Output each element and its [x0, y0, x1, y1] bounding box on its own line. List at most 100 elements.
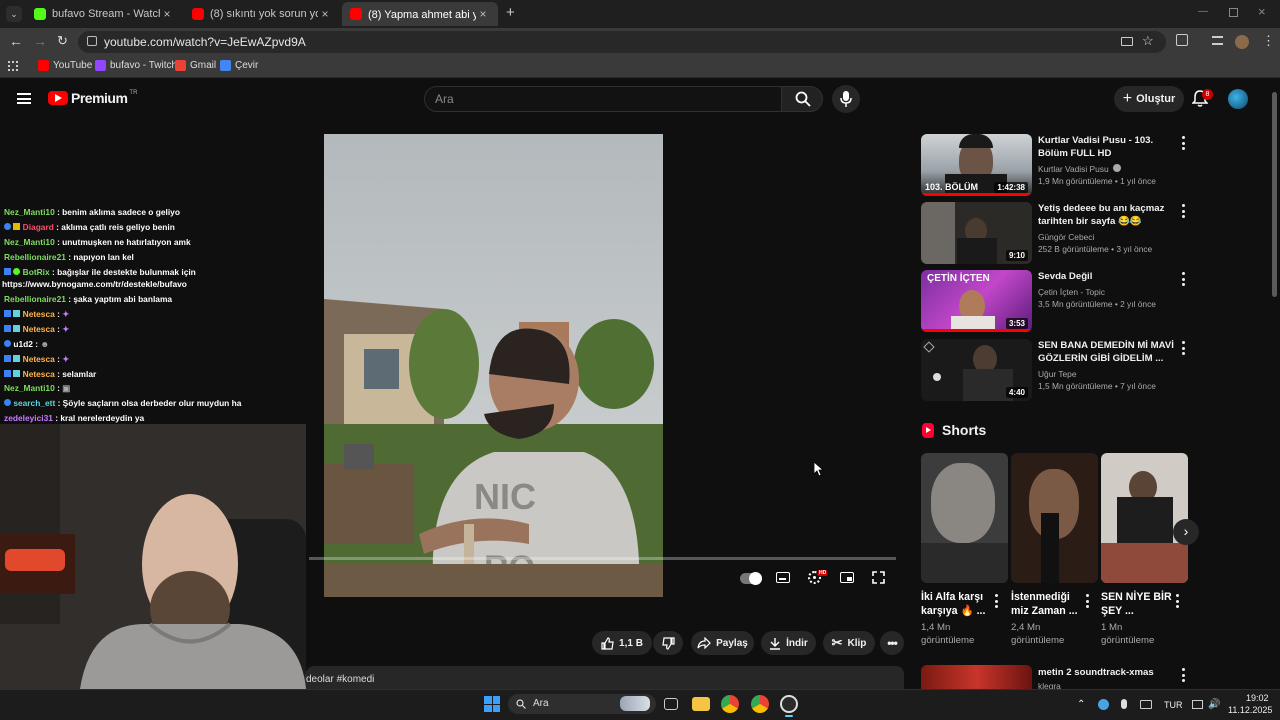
- bookmark-label: Gmail: [190, 60, 217, 71]
- new-tab-icon[interactable]: +: [506, 4, 515, 21]
- short-thumbnail[interactable]: [921, 453, 1008, 583]
- clip-button[interactable]: ✂ Klip: [823, 631, 875, 655]
- subtitles-icon[interactable]: [776, 572, 790, 583]
- chrome-profile-icon[interactable]: [751, 695, 769, 713]
- close-tab-icon[interactable]: ×: [476, 7, 490, 21]
- task-view-icon[interactable]: [664, 698, 678, 710]
- thumbs-up-icon: [601, 636, 614, 650]
- short-thumbnail[interactable]: [1011, 453, 1098, 583]
- rec-thumbnail[interactable]: 4:40: [921, 339, 1032, 401]
- bookmark-youtube[interactable]: YouTube: [38, 60, 92, 71]
- rec-title[interactable]: SEN BANA DEMEDİN Mİ MAVİ GÖZLERİN GİBİ G…: [1038, 339, 1178, 365]
- dislike-button[interactable]: [653, 631, 683, 655]
- rec-thumbnail[interactable]: 9:10: [921, 202, 1032, 264]
- search-button[interactable]: [781, 86, 823, 112]
- tray-mic-icon[interactable]: [1121, 699, 1127, 709]
- download-button[interactable]: İndir: [761, 631, 816, 655]
- more-actions-button[interactable]: •••: [880, 631, 904, 655]
- chat-message: Nez_Manti10 : benim aklıma sadece o geli…: [4, 207, 180, 217]
- tray-keyboard-icon[interactable]: [1140, 700, 1152, 709]
- search-input[interactable]: Ara: [424, 86, 782, 112]
- rec-thumbnail[interactable]: 103. BÖLÜM 1:42:38: [921, 134, 1032, 196]
- apps-grid-icon[interactable]: [8, 61, 18, 71]
- bookmark-translate[interactable]: Çevir: [220, 60, 258, 71]
- rec-channel[interactable]: Uğur Tepe: [1038, 368, 1077, 380]
- emote-icon: ▣: [62, 383, 71, 393]
- rec-channel[interactable]: Güngör Cebeci: [1038, 231, 1094, 243]
- page-scrollbar[interactable]: [1272, 92, 1277, 297]
- rec-channel[interactable]: klegra: [1038, 680, 1061, 689]
- tray-chevron-icon[interactable]: ⌃: [1077, 699, 1085, 710]
- browser-tab-3[interactable]: (8) Yapma ahmet abi yanarız 😂 ×: [342, 2, 498, 26]
- display-icon[interactable]: [1192, 700, 1203, 709]
- rec-title[interactable]: Yetiş dedeee bu anı kaçmaz tarihten bir …: [1038, 202, 1178, 228]
- fullscreen-icon[interactable]: [872, 571, 885, 584]
- close-tab-icon[interactable]: ×: [318, 7, 332, 21]
- rec-thumbnail[interactable]: [921, 665, 1032, 689]
- hamburger-menu-icon[interactable]: [17, 93, 31, 104]
- short-title[interactable]: İki Alfa karşı karşıya 🔥 ...: [921, 590, 997, 618]
- shorts-next-button[interactable]: ›: [1173, 519, 1199, 545]
- clock-date[interactable]: 11.12.2025: [1228, 705, 1272, 715]
- minimize-icon[interactable]: —: [1198, 6, 1208, 17]
- short-menu-icon[interactable]: [1084, 594, 1090, 608]
- extensions-icon[interactable]: [1176, 34, 1188, 46]
- browser-menu-icon[interactable]: ⋮: [1262, 33, 1275, 49]
- cast-icon[interactable]: [1121, 37, 1133, 46]
- back-icon[interactable]: ←: [9, 33, 23, 49]
- browser-tab-2[interactable]: (8) sıkıntı yok sorun yok derbed ×: [184, 2, 340, 26]
- progress-bar[interactable]: [309, 557, 896, 560]
- rec-menu-icon[interactable]: [1180, 272, 1186, 286]
- site-info-icon[interactable]: [87, 36, 97, 46]
- tray-app-icon[interactable]: [1098, 699, 1109, 710]
- close-tab-icon[interactable]: ×: [160, 7, 174, 21]
- create-button[interactable]: + Oluştur: [1114, 86, 1184, 112]
- browser-tab-1[interactable]: bufavo Stream - Watch Live on ×: [26, 2, 182, 26]
- chrome-icon[interactable]: [721, 695, 739, 713]
- short-thumbnail[interactable]: [1101, 453, 1188, 583]
- close-window-icon[interactable]: ×: [1258, 4, 1266, 19]
- rec-title[interactable]: Kurtlar Vadisi Pusu - 103. Bölüm FULL HD: [1038, 134, 1178, 160]
- rec-menu-icon[interactable]: [1180, 341, 1186, 355]
- bookmark-twitch[interactable]: bufavo - Twitch: [95, 60, 177, 71]
- rec-channel[interactable]: Çetin İçten - Topic: [1038, 286, 1105, 298]
- rec-title[interactable]: metin 2 soundtrack-xmas: [1038, 666, 1178, 679]
- file-explorer-icon[interactable]: [692, 697, 710, 711]
- reading-list-icon[interactable]: [1212, 36, 1223, 45]
- bookmark-star-icon[interactable]: ☆: [1142, 33, 1154, 49]
- speaker-icon[interactable]: 🔊: [1208, 699, 1220, 710]
- rec-title[interactable]: Sevda Değil: [1038, 270, 1178, 283]
- bookmark-gmail[interactable]: Gmail: [175, 60, 216, 71]
- obs-app-icon[interactable]: [780, 695, 798, 713]
- rec-thumbnail[interactable]: ÇETİN İÇTEN 3:53: [921, 270, 1032, 332]
- miniplayer-icon[interactable]: [840, 572, 854, 583]
- video-player[interactable]: NIC RO: [324, 134, 663, 597]
- rec-menu-icon[interactable]: [1180, 136, 1186, 150]
- short-title[interactable]: SEN NİYE BİR ŞEY ...: [1101, 590, 1177, 618]
- tab-title: bufavo Stream - Watch Live on: [52, 8, 160, 20]
- autoplay-toggle[interactable]: [740, 572, 762, 585]
- like-button[interactable]: 1,1 B: [592, 631, 652, 655]
- short-title[interactable]: İstenmediği miz Zaman ...: [1011, 590, 1087, 618]
- taskbar-search[interactable]: Ara: [508, 694, 656, 714]
- description-box[interactable]: deolar #komedi: [306, 666, 904, 690]
- restore-icon[interactable]: [1229, 8, 1238, 17]
- rec-channel[interactable]: Kurtlar Vadisi Pusu: [1038, 163, 1121, 175]
- short-menu-icon[interactable]: [993, 594, 999, 608]
- language-indicator[interactable]: TUR: [1164, 700, 1183, 710]
- windows-start-icon[interactable]: [484, 696, 500, 712]
- reload-icon[interactable]: ↻: [57, 33, 68, 49]
- rec-menu-icon[interactable]: [1180, 668, 1186, 682]
- tab-search-icon[interactable]: ⌄: [6, 6, 22, 22]
- share-button[interactable]: Paylaş: [691, 631, 754, 655]
- voice-search-button[interactable]: [832, 85, 860, 113]
- webcam-overlay: [0, 424, 306, 689]
- clock-time[interactable]: 19:02: [1246, 693, 1269, 703]
- short-menu-icon[interactable]: [1174, 594, 1180, 608]
- youtube-logo[interactable]: Premium TR: [48, 90, 137, 106]
- forward-icon[interactable]: →: [33, 33, 47, 49]
- profile-avatar[interactable]: [1235, 35, 1249, 49]
- account-avatar[interactable]: [1228, 89, 1248, 109]
- rec-menu-icon[interactable]: [1180, 204, 1186, 218]
- chat-username: Rebellionaire21: [4, 252, 66, 262]
